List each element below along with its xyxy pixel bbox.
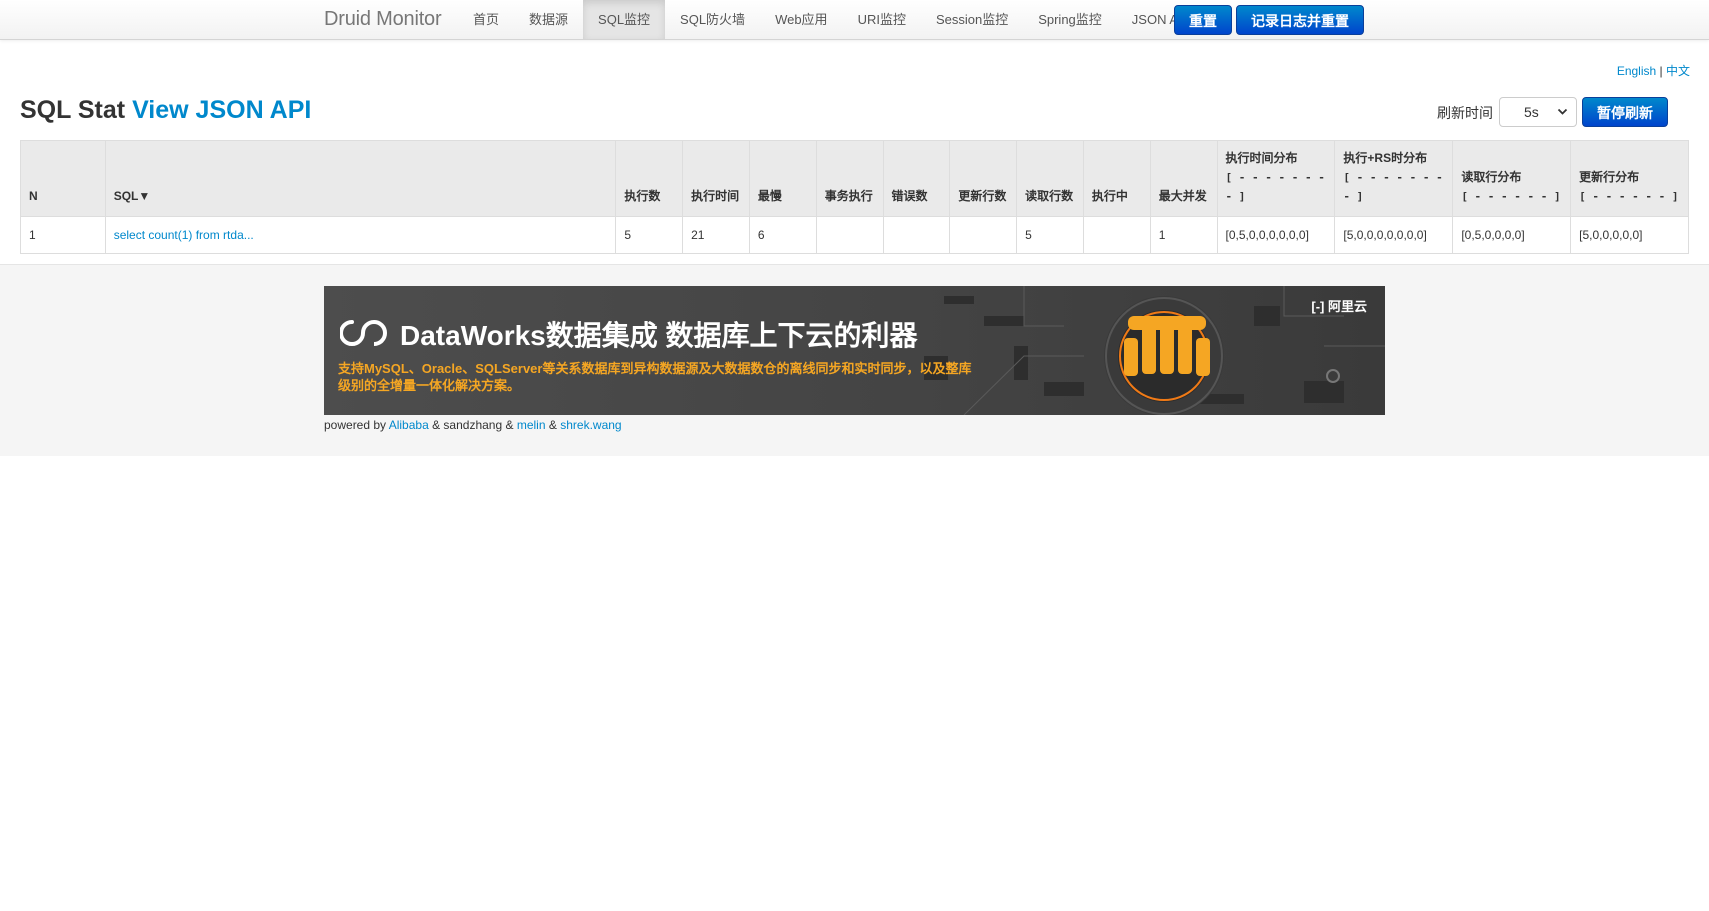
melin-link[interactable]: melin bbox=[517, 418, 546, 432]
table-row: 1 select count(1) from rtda... 5 21 6 5 … bbox=[20, 216, 1689, 254]
lang-chinese-link[interactable]: 中文 bbox=[1666, 64, 1690, 78]
shrek-wang-link[interactable]: shrek.wang bbox=[560, 418, 621, 432]
lang-separator: | bbox=[1659, 64, 1663, 78]
powered-by-line: powered by Alibaba & sandzhang & melin &… bbox=[324, 418, 622, 432]
cell-fetch-row-histogram: [0,5,0,0,0,0] bbox=[1452, 216, 1571, 254]
language-switch: English | 中文 bbox=[1617, 62, 1690, 79]
cell-error-count bbox=[882, 216, 950, 254]
banner-subtitle: 支持MySQL、Oracle、SQLServer等关系数据库到异构数据源及大数据… bbox=[338, 361, 972, 393]
lang-english-link[interactable]: English bbox=[1617, 64, 1656, 78]
column-header-transaction-exec[interactable]: 事务执行 bbox=[815, 140, 884, 217]
column-header-running[interactable]: 执行中 bbox=[1082, 140, 1151, 217]
cell-read-rows: 5 bbox=[1016, 216, 1084, 254]
nav-item-web-app[interactable]: Web应用 bbox=[760, 0, 843, 39]
alibaba-link[interactable]: Alibaba bbox=[389, 418, 429, 432]
sql-detail-link[interactable]: select count(1) from rtda... bbox=[114, 228, 254, 242]
sql-stat-table: N SQL▼ 执行数 执行时间 最慢 事务执行 错误数 更新行数 读取行数 执行… bbox=[20, 140, 1689, 254]
refresh-interval-select[interactable]: 5s bbox=[1499, 97, 1577, 127]
log-and-reset-button[interactable]: 记录日志并重置 bbox=[1236, 5, 1364, 35]
nav-item-datasource[interactable]: 数据源 bbox=[514, 0, 583, 39]
view-json-api-link[interactable]: View JSON API bbox=[132, 96, 311, 124]
powered-by-sandzhang: & sandzhang & bbox=[432, 418, 514, 432]
banner-title: DataWorks数据集成 数据库上下云的利器 bbox=[400, 320, 918, 351]
powered-by-text: powered by bbox=[324, 418, 387, 432]
cell-exec-count: 5 bbox=[615, 216, 683, 254]
nav-item-session-monitor[interactable]: Session监控 bbox=[921, 0, 1023, 39]
column-header-exec-rs-histogram[interactable]: 执行+RS时分布[ - - - - - - - - ] bbox=[1334, 140, 1453, 217]
top-navbar: Druid Monitor 首页 数据源 SQL监控 SQL防火墙 Web应用 … bbox=[0, 0, 1709, 40]
dataworks-ad-banner[interactable]: DataWorks数据集成 数据库上下云的利器 支持MySQL、Oracle、S… bbox=[324, 286, 1385, 415]
cell-transaction-exec bbox=[815, 216, 884, 254]
cell-max-concurrent: 1 bbox=[1149, 216, 1217, 254]
chevron-down-icon bbox=[1557, 98, 1568, 137]
nav-item-sql-firewall[interactable]: SQL防火墙 bbox=[665, 0, 760, 39]
reset-button[interactable]: 重置 bbox=[1174, 5, 1232, 35]
page-title: SQL Stat View JSON API bbox=[20, 96, 311, 125]
column-header-n[interactable]: N bbox=[20, 140, 106, 217]
column-header-update-rows[interactable]: 更新行数 bbox=[949, 140, 1017, 217]
cell-running bbox=[1082, 216, 1151, 254]
nav-item-uri-monitor[interactable]: URI监控 bbox=[843, 0, 921, 39]
column-header-read-rows[interactable]: 读取行数 bbox=[1016, 140, 1084, 217]
cell-exec-time: 21 bbox=[682, 216, 750, 254]
refresh-interval-label: 刷新时间 bbox=[1437, 105, 1493, 121]
nav-item-home[interactable]: 首页 bbox=[458, 0, 514, 39]
column-header-update-row-histogram[interactable]: 更新行分布[ - - - - - - ] bbox=[1570, 140, 1689, 217]
nav-item-spring-monitor[interactable]: Spring监控 bbox=[1023, 0, 1117, 39]
column-header-max-concurrent[interactable]: 最大并发 bbox=[1149, 140, 1217, 217]
cell-n: 1 bbox=[20, 216, 106, 254]
cell-update-rows bbox=[949, 216, 1017, 254]
cell-update-row-histogram: [5,0,0,0,0,0] bbox=[1570, 216, 1689, 254]
cell-sql: select count(1) from rtda... bbox=[104, 216, 616, 254]
cell-exec-time-histogram: [0,5,0,0,0,0,0,0] bbox=[1216, 216, 1335, 254]
column-header-sql[interactable]: SQL▼ bbox=[104, 140, 616, 217]
table-header-row: N SQL▼ 执行数 执行时间 最慢 事务执行 错误数 更新行数 读取行数 执行… bbox=[20, 140, 1689, 217]
column-header-exec-count[interactable]: 执行数 bbox=[615, 140, 683, 217]
column-header-slowest[interactable]: 最慢 bbox=[748, 140, 817, 217]
main-nav: 首页 数据源 SQL监控 SQL防火墙 Web应用 URI监控 Session监… bbox=[458, 0, 1205, 39]
page-title-text: SQL Stat bbox=[20, 96, 126, 124]
brand-logo[interactable]: Druid Monitor bbox=[324, 8, 442, 31]
aliyun-bracket-icon: [-] bbox=[1311, 299, 1325, 314]
aliyun-brand-text: 阿里云 bbox=[1327, 299, 1367, 314]
footer: DataWorks数据集成 数据库上下云的利器 支持MySQL、Oracle、S… bbox=[0, 264, 1709, 456]
column-header-exec-time-histogram[interactable]: 执行时间分布[ - - - - - - - - ] bbox=[1216, 140, 1335, 217]
refresh-interval-value: 5s bbox=[1524, 104, 1539, 120]
nav-item-sql-monitor[interactable]: SQL监控 bbox=[583, 0, 666, 39]
pause-refresh-button[interactable]: 暂停刷新 bbox=[1582, 97, 1668, 127]
cell-exec-rs-histogram: [5,0,0,0,0,0,0,0] bbox=[1334, 216, 1453, 254]
column-header-error-count[interactable]: 错误数 bbox=[882, 140, 950, 217]
column-header-fetch-row-histogram[interactable]: 读取行分布[ - - - - - - ] bbox=[1452, 140, 1571, 217]
powered-by-amp: & bbox=[548, 418, 557, 432]
dataworks-logo-icon bbox=[339, 316, 394, 353]
column-header-exec-time[interactable]: 执行时间 bbox=[682, 140, 750, 217]
cell-slowest: 6 bbox=[748, 216, 817, 254]
aliyun-logo: [-] 阿里云 bbox=[1311, 296, 1367, 315]
